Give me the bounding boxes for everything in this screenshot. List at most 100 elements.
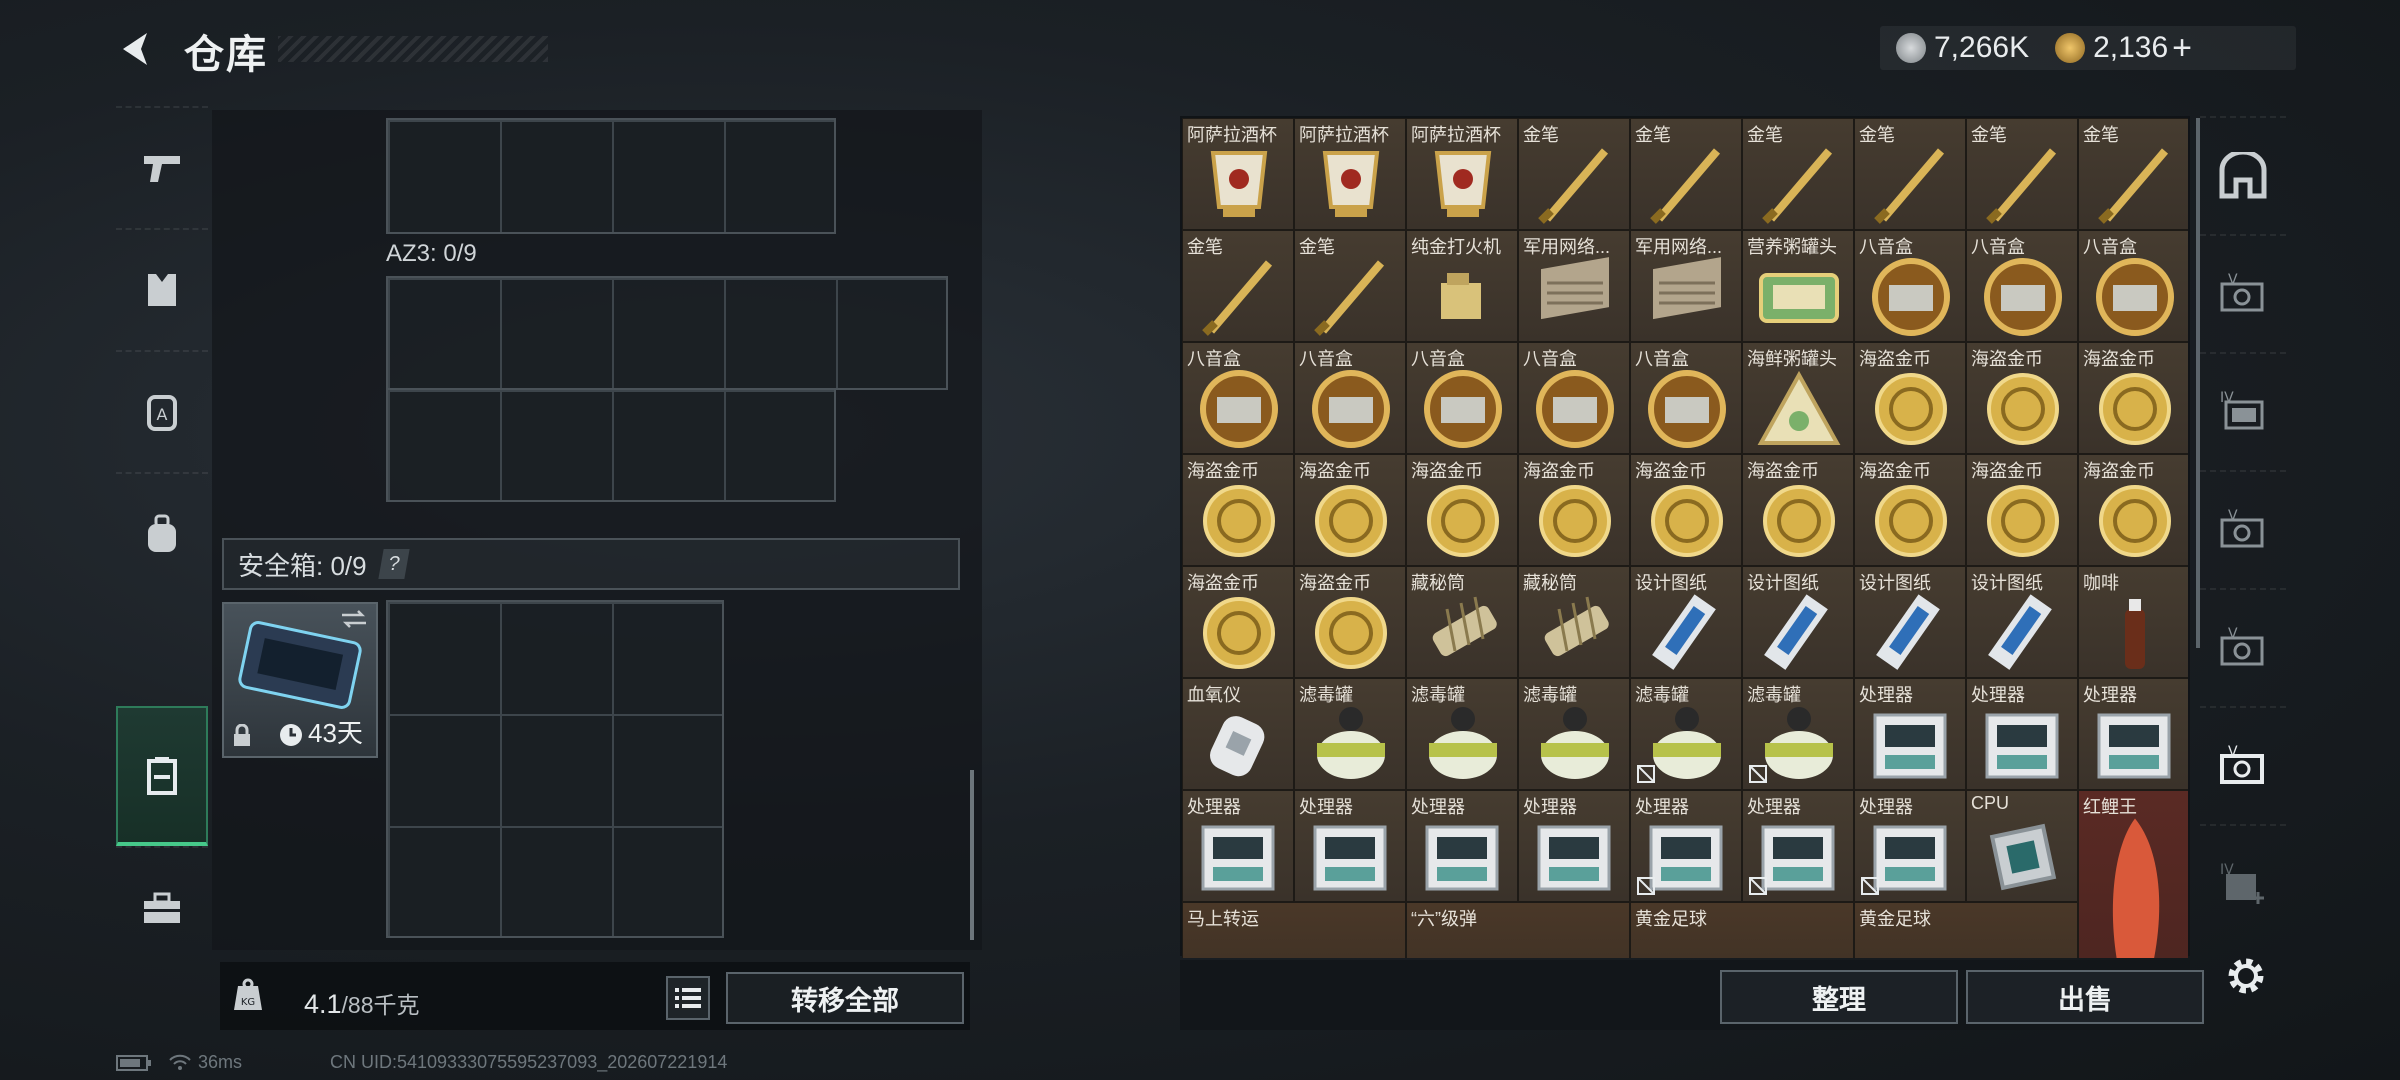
stash-item[interactable]: 八音盒 — [1182, 342, 1294, 454]
stash-item[interactable]: 八音盒 — [1966, 230, 2078, 342]
stash-item[interactable]: 金笔 — [1182, 230, 1294, 342]
stash-item[interactable]: 八音盒 — [1294, 342, 1406, 454]
stash-item[interactable]: “六”级弹 — [1406, 902, 1630, 958]
stash-item[interactable]: 设计图纸 — [1966, 566, 2078, 678]
item-icon — [1855, 365, 1967, 451]
stash-item[interactable]: 金笔 — [1518, 118, 1630, 230]
stash-item[interactable]: 藏秘筒 — [1406, 566, 1518, 678]
stash-item[interactable]: 金笔 — [2078, 118, 2188, 230]
stash-item[interactable]: 八音盒 — [1406, 342, 1518, 454]
stash-tab-5[interactable]: V — [2200, 234, 2286, 352]
weight-max: /88千克 — [341, 992, 420, 1018]
stash-item[interactable]: 金笔 — [1294, 230, 1406, 342]
nav-chest-rig[interactable]: A — [116, 350, 208, 472]
stash-item[interactable]: 黄金足球 — [1630, 902, 1854, 958]
stash-item[interactable]: 金笔 — [1966, 118, 2078, 230]
stash-item[interactable]: 设计图纸 — [1630, 566, 1742, 678]
nav-weapon[interactable] — [116, 106, 208, 228]
item-icon — [1183, 589, 1295, 675]
stash-item[interactable]: 滤毒罐 — [1742, 678, 1854, 790]
stash-item[interactable]: 营养粥罐头 — [1742, 230, 1854, 342]
stash-item[interactable]: 海盗金币 — [1854, 454, 1966, 566]
stash-item[interactable]: 八音盒 — [1854, 230, 1966, 342]
stash-item[interactable]: 海盗金币 — [1182, 454, 1294, 566]
weight-icon: KG — [232, 978, 264, 1012]
nav-backpack[interactable] — [116, 472, 208, 594]
stash-item[interactable]: 八音盒 — [1630, 342, 1742, 454]
stash-item[interactable]: 八音盒 — [2078, 230, 2188, 342]
settings-button[interactable] — [2222, 952, 2270, 1000]
stash-item[interactable]: 军用网络... — [1630, 230, 1742, 342]
stash-item[interactable]: 血氧仪 — [1182, 678, 1294, 790]
transfer-all-button[interactable]: 转移全部 — [726, 972, 964, 1024]
stash-tab-3[interactable]: V — [2200, 470, 2286, 588]
stash-tab-home[interactable] — [2200, 116, 2286, 234]
stash-item[interactable]: 黄金足球 — [1854, 902, 2078, 958]
stash-item[interactable]: 处理器 — [1854, 790, 1966, 902]
stash-item[interactable]: 海盗金币 — [2078, 454, 2188, 566]
list-view-button[interactable] — [666, 976, 710, 1020]
back-button[interactable] — [112, 24, 162, 74]
stash-item[interactable]: 滤毒罐 — [1630, 678, 1742, 790]
nav-safe-box[interactable] — [116, 706, 208, 846]
stash-item[interactable]: 海盗金币 — [1518, 454, 1630, 566]
stash-item[interactable]: CPU — [1966, 790, 2078, 902]
stash-item[interactable]: 八音盒 — [1518, 342, 1630, 454]
stash-item[interactable]: 海盗金币 — [1966, 454, 2078, 566]
stash-item[interactable]: 海盗金币 — [1294, 454, 1406, 566]
stash-item[interactable]: 纯金打火机 — [1406, 230, 1518, 342]
sort-button[interactable]: 整理 — [1720, 970, 1958, 1024]
az3-grid-row2[interactable] — [386, 388, 836, 502]
az3-grid-row1[interactable] — [386, 276, 948, 390]
stash-item[interactable]: 咖啡 — [2078, 566, 2188, 678]
stash-item[interactable]: 处理器 — [2078, 678, 2188, 790]
stash-item[interactable]: 马上转运 — [1182, 902, 1406, 958]
stash-item[interactable]: 处理器 — [1630, 790, 1742, 902]
item-icon — [1855, 253, 1967, 339]
stash-item[interactable]: 海盗金币 — [1182, 566, 1294, 678]
stash-item[interactable]: 处理器 — [1742, 790, 1854, 902]
stash-item[interactable]: 设计图纸 — [1854, 566, 1966, 678]
stash-item[interactable]: 阿萨拉酒杯 — [1182, 118, 1294, 230]
stash-item[interactable]: 军用网络... — [1518, 230, 1630, 342]
stash-item[interactable]: 阿萨拉酒杯 — [1406, 118, 1518, 230]
stash-item[interactable]: 处理器 — [1294, 790, 1406, 902]
stash-item[interactable]: 海盗金币 — [2078, 342, 2188, 454]
stash-item[interactable]: 海盗金币 — [1294, 566, 1406, 678]
stash-item[interactable]: 设计图纸 — [1742, 566, 1854, 678]
stash-item[interactable]: 滤毒罐 — [1518, 678, 1630, 790]
stash-item[interactable]: 金笔 — [1742, 118, 1854, 230]
add-stash-button[interactable]: IV — [2200, 824, 2286, 942]
stash-item[interactable]: 滤毒罐 — [1294, 678, 1406, 790]
stash-item[interactable]: 处理器 — [1406, 790, 1518, 902]
stash-tab-2[interactable]: V — [2200, 588, 2286, 706]
stash-tab-1-active[interactable]: V — [2200, 706, 2286, 824]
stash-item[interactable]: 阿萨拉酒杯 — [1294, 118, 1406, 230]
stash-item[interactable]: 红鲤王 — [2078, 790, 2188, 958]
stash-item[interactable]: 金笔 — [1630, 118, 1742, 230]
stash-item-name: 黄金足球 — [1859, 909, 1931, 929]
stash-item[interactable]: 海盗金币 — [1406, 454, 1518, 566]
nav-armor[interactable] — [116, 228, 208, 350]
stash-item[interactable]: 处理器 — [1518, 790, 1630, 902]
stash-item[interactable]: 海盗金币 — [1966, 342, 2078, 454]
container-grid-top[interactable] — [386, 118, 836, 234]
stash-item[interactable]: 处理器 — [1182, 790, 1294, 902]
stash-item[interactable]: 海盗金币 — [1854, 342, 1966, 454]
nav-toolbox[interactable] — [116, 846, 208, 968]
add-currency-button[interactable]: + — [2172, 29, 2192, 68]
stash-item[interactable]: 藏秘筒 — [1518, 566, 1630, 678]
stash-item[interactable]: 海盗金币 — [1742, 454, 1854, 566]
sell-button[interactable]: 出售 — [1966, 970, 2204, 1024]
stash-tab-4[interactable]: IV — [2200, 352, 2286, 470]
stash-item[interactable]: 处理器 — [1966, 678, 2078, 790]
safe-box-grid[interactable] — [386, 600, 724, 938]
stash-item[interactable]: 海盗金币 — [1630, 454, 1742, 566]
help-button[interactable]: ? — [377, 549, 410, 579]
stash-item[interactable]: 海鲜粥罐头 — [1742, 342, 1854, 454]
stash-item[interactable]: 处理器 — [1854, 678, 1966, 790]
safe-case-item[interactable]: 43天 — [222, 602, 378, 758]
inventory-scrollbar[interactable] — [970, 770, 974, 940]
stash-item[interactable]: 金笔 — [1854, 118, 1966, 230]
stash-item[interactable]: 滤毒罐 — [1406, 678, 1518, 790]
